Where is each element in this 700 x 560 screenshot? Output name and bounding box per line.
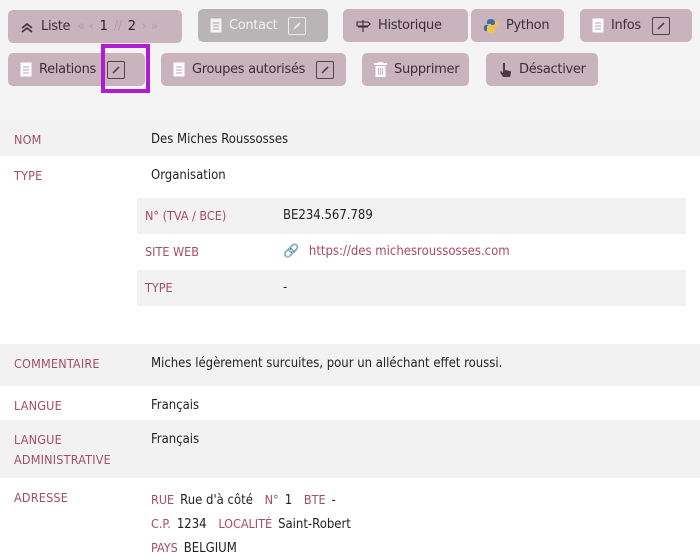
row-langue: LANGUE Français — [0, 386, 700, 420]
contact-button[interactable]: Contact — [198, 9, 328, 42]
infos-button[interactable]: Infos — [580, 9, 692, 42]
type-value: Organisation — [151, 168, 226, 183]
adresse-label: ADRESSE — [14, 490, 69, 505]
row-subtype: TYPE - — [137, 270, 686, 306]
pager-current: 1 — [99, 19, 108, 34]
langue-value: Français — [151, 398, 200, 413]
authorized-groups-button[interactable]: Groupes autorisés — [161, 53, 346, 86]
rue-value: Rue d'à côté — [180, 493, 253, 508]
adresse-value: RUE Rue d'à côté N° 1 BTE - C.P. 1234 LOCALI… — [137, 478, 700, 560]
contact-edit-icon[interactable] — [288, 16, 307, 35]
document-icon — [592, 18, 604, 33]
history-label: Historique — [378, 18, 442, 33]
authorized-groups-label: Groupes autorisés — [192, 62, 306, 77]
row-adresse: ADRESSE RUE Rue d'à côté N° 1 BTE - C.P. 123… — [0, 478, 700, 560]
signpost-icon — [355, 19, 371, 33]
relations-label: Relations — [39, 62, 96, 77]
row-langue-admin: LANGUE ADMINISTRATIVE Français — [0, 420, 700, 478]
langue-admin-value: Français — [151, 432, 200, 447]
website-link[interactable]: https://des michesroussosses.com — [309, 244, 510, 259]
python-label: Python — [506, 18, 550, 33]
infos-edit-icon[interactable] — [651, 16, 670, 35]
subtype-value: - — [283, 280, 288, 295]
pager-separator: // — [113, 19, 122, 34]
website-label: SITE WEB — [145, 244, 199, 259]
langue-label: LANGUE — [14, 398, 62, 413]
cp-value: 1234 — [176, 517, 207, 532]
nom-label: NOM — [14, 132, 42, 147]
type-details-table: N° (TVA / BCE) BE234.567.789 SITE WEB 🔗 … — [137, 198, 686, 306]
row-nom: NOM Des Miches Roussosses — [0, 120, 700, 156]
row-commentaire: COMMENTAIRE Miches légèrement surcuites,… — [0, 344, 700, 386]
pager-next[interactable]: › » — [142, 19, 159, 34]
link-icon: 🔗 — [283, 244, 300, 259]
num-value: 1 — [284, 493, 293, 508]
double-chevron-up-icon — [20, 21, 34, 33]
pager: « ‹ 1 // 2 › » — [77, 19, 158, 34]
pays-value: BELGIUM — [183, 541, 237, 556]
pager-total: 2 — [127, 19, 136, 34]
history-button[interactable]: Historique — [343, 9, 468, 42]
python-button[interactable]: Python — [471, 9, 564, 42]
pager-prev[interactable]: « ‹ — [77, 19, 94, 34]
deactivate-button[interactable]: Désactiver — [486, 53, 598, 86]
infos-label: Infos — [611, 18, 641, 33]
commentaire-value: Miches légèrement surcuites, pour un all… — [151, 356, 503, 371]
localite-value: Saint-Robert — [278, 517, 351, 532]
contact-details-table: NOM Des Miches Roussosses TYPE Organisat… — [0, 120, 700, 560]
contact-label: Contact — [229, 18, 278, 33]
commentaire-label: COMMENTAIRE — [14, 356, 100, 371]
bte-value: - — [331, 493, 336, 508]
pays-key: PAYS — [151, 540, 178, 555]
subtype-label: TYPE — [145, 280, 173, 295]
num-key: N° — [264, 492, 279, 507]
document-icon — [20, 62, 32, 77]
list-button[interactable]: Liste « ‹ 1 // 2 › » — [8, 10, 182, 43]
cp-key: C.P. — [151, 516, 171, 531]
python-icon — [483, 18, 499, 34]
type-label: TYPE — [14, 168, 43, 183]
bte-key: BTE — [303, 492, 326, 507]
nom-value: Des Miches Roussosses — [151, 132, 289, 147]
delete-label: Supprimer — [394, 62, 460, 77]
trash-icon — [374, 62, 387, 77]
document-icon — [173, 62, 185, 77]
tva-label: N° (TVA / BCE) — [145, 208, 227, 223]
hand-pointer-down-icon — [498, 62, 512, 78]
row-tva: N° (TVA / BCE) BE234.567.789 — [137, 198, 686, 234]
list-label: Liste — [41, 19, 71, 34]
document-icon — [210, 18, 222, 33]
relations-edit-highlight — [101, 44, 150, 93]
deactivate-label: Désactiver — [519, 62, 586, 77]
delete-button[interactable]: Supprimer — [362, 53, 469, 86]
rue-key: RUE — [151, 492, 175, 507]
langue-admin-label: LANGUE ADMINISTRATIVE — [14, 432, 111, 467]
tva-value: BE234.567.789 — [283, 208, 373, 223]
row-website: SITE WEB 🔗 https://des michesroussosses.… — [137, 234, 686, 270]
row-type: TYPE Organisation N° (TVA / BCE) BE234.5… — [0, 156, 700, 344]
localite-key: LOCALITÉ — [218, 516, 273, 531]
groups-edit-icon[interactable] — [316, 60, 334, 79]
